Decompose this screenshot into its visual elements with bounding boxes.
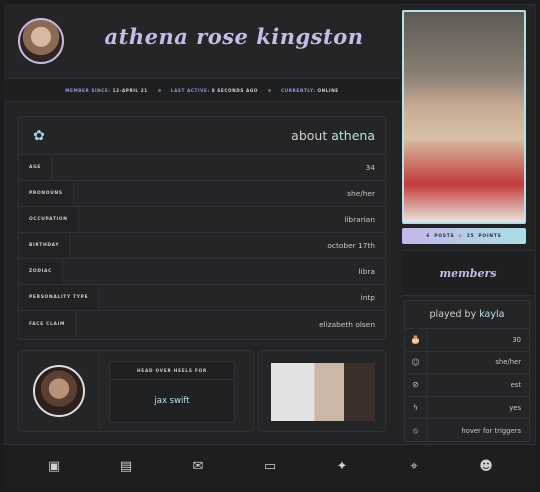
player-row-timezone: ⊘ est — [405, 374, 529, 397]
about-row-value: libra — [358, 267, 375, 276]
about-row-label: OCCUPATION — [19, 207, 79, 232]
meta-value: 12-APRIL 21 — [112, 87, 148, 93]
partner-name-link[interactable]: jax swift — [110, 380, 234, 422]
player-row-value: she/her — [495, 358, 521, 367]
profile-footer-nav: ▣ ▤ ✉ ▭ ✦ ⌖ ☻ — [4, 444, 536, 488]
about-title-name: athena — [331, 128, 375, 143]
played-by-prefix: played by — [429, 309, 477, 320]
user-circle-icon: ☺ — [405, 351, 427, 374]
about-row-value: october 17th — [327, 241, 375, 250]
meta-member-since: MEMBER SINCE: 12-APRIL 21 — [65, 88, 148, 93]
player-row-value[interactable]: hover for triggers — [461, 427, 529, 435]
about-row-pronouns: PRONOUNS she/her — [19, 181, 385, 207]
about-row-label: ZODIAC — [19, 259, 64, 284]
about-row-value: 34 — [365, 163, 375, 172]
partner-avatar[interactable] — [33, 365, 85, 417]
about-row-birthday: BIRTHDAY october 17th — [19, 233, 385, 259]
about-title-prefix: about — [291, 128, 328, 143]
about-row-zodiac: ZODIAC libra — [19, 259, 385, 285]
about-row-age: AGE 34 — [19, 155, 385, 181]
points-label: POINTS — [478, 233, 502, 239]
played-by-name[interactable]: kayla — [479, 309, 504, 320]
played-by: played by kayla — [405, 301, 529, 329]
player-row-triggers[interactable]: ⦸ hover for triggers — [405, 419, 529, 442]
flower-icon: ✿ — [33, 128, 45, 144]
profile-avatar[interactable] — [18, 18, 64, 64]
about-row-label: BIRTHDAY — [19, 233, 71, 258]
meta-last-active: LAST ACTIVE: 8 SECONDS AGO — [171, 88, 258, 93]
player-panel: played by kayla 🎂 30 ☺ she/her ⊘ est ϟ y… — [404, 300, 530, 442]
about-row-value: intp — [360, 293, 375, 302]
divider — [99, 351, 100, 431]
character-gif — [271, 363, 375, 421]
mail-open-icon[interactable]: ✉ — [186, 455, 210, 479]
meta-separator — [268, 88, 272, 92]
meta-value: ONLINE — [317, 87, 339, 93]
about-row-label: PRONOUNS — [19, 181, 74, 206]
player-row-age: 🎂 30 — [405, 329, 529, 352]
profile-sidebar: 6 POSTS ◇ 25 POINTS members played by ka… — [402, 4, 534, 442]
profile-meta-bar: MEMBER SINCE: 12-APRIL 21 LAST ACTIVE: 8… — [4, 78, 400, 102]
lightning-icon: ϟ — [405, 396, 427, 419]
members-title[interactable]: members — [402, 250, 534, 296]
cake-icon: 🎂 — [405, 329, 427, 351]
meta-separator — [157, 88, 161, 92]
about-panel: ✿ about athena AGE 34 PRONOUNS she/her O… — [18, 116, 386, 340]
masks-icon[interactable]: ☻ — [474, 455, 498, 479]
map-pin-icon[interactable]: ⌖ — [402, 455, 426, 479]
about-row-label: FACE CLAIM — [19, 311, 77, 337]
posts-count: 6 — [426, 233, 431, 239]
posts-points-bar: 6 POSTS ◇ 25 POINTS — [402, 228, 526, 244]
about-title: about athena — [291, 128, 375, 143]
passport-icon[interactable]: ▤ — [114, 455, 138, 479]
relationship-panel: HEAD OVER HEELS FOR jax swift — [18, 350, 254, 432]
meta-label: LAST ACTIVE: — [170, 87, 210, 93]
profile-main: athena rose kingston MEMBER SINCE: 12-AP… — [4, 4, 400, 442]
posts-label: POSTS — [434, 233, 455, 239]
slash-circle-icon: ⦸ — [405, 419, 427, 442]
separator-icon: ◇ — [458, 233, 463, 239]
profile-name: athena rose kingston — [104, 24, 364, 49]
relationship-card: HEAD OVER HEELS FOR jax swift — [109, 361, 235, 423]
face-claim-photo — [402, 10, 526, 224]
archive-icon[interactable]: ▣ — [42, 455, 66, 479]
about-row-occupation: OCCUPATION librarian — [19, 207, 385, 233]
player-row-pronouns: ☺ she/her — [405, 351, 529, 375]
about-row-value: she/her — [347, 189, 375, 198]
points-count: 25 — [466, 233, 475, 239]
player-row-mature: ϟ yes — [405, 396, 529, 420]
meta-label: MEMBER SINCE: — [65, 87, 111, 93]
player-row-value: est — [510, 380, 521, 389]
meta-label: CURRENTLY: — [281, 87, 316, 93]
about-row-label: PERSONALITY TYPE — [19, 285, 100, 310]
id-card-icon[interactable]: ▭ — [258, 455, 282, 479]
about-header: ✿ about athena — [19, 117, 385, 155]
meta-currently: CURRENTLY: ONLINE — [281, 88, 339, 93]
about-row-value: librarian — [344, 215, 375, 224]
about-row-label: AGE — [19, 155, 53, 180]
gif-panel — [258, 350, 386, 432]
profile-header: athena rose kingston — [4, 4, 400, 78]
about-row-personality: PERSONALITY TYPE intp — [19, 285, 385, 311]
player-row-value: 30 — [512, 335, 521, 344]
relationship-label: HEAD OVER HEELS FOR — [110, 362, 234, 380]
about-row-value: elizabeth olsen — [319, 319, 375, 329]
magic-wand-icon[interactable]: ✦ — [330, 455, 354, 479]
meta-value: 8 SECONDS AGO — [211, 87, 259, 93]
about-row-face-claim: FACE CLAIM elizabeth olsen — [19, 311, 385, 337]
compass-icon: ⊘ — [405, 374, 427, 396]
player-row-value: yes — [509, 403, 521, 412]
